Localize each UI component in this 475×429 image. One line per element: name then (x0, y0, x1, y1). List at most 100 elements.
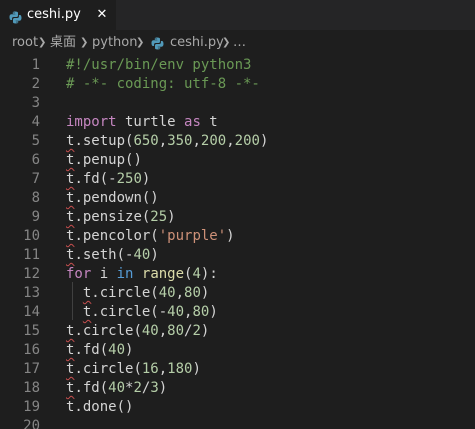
code-token: , (158, 133, 168, 149)
code-line[interactable]: t.fd(-250) (66, 170, 150, 189)
code-token: 2 (133, 380, 142, 396)
code-token: 16 (141, 361, 159, 377)
code-token: ) (150, 247, 159, 263)
code-line[interactable]: #!/usr/bin/env python3 (66, 56, 251, 75)
code-token: .pencolor( (74, 228, 159, 244)
line-number: 20 (23, 418, 40, 429)
code-token: .circle( (91, 285, 159, 301)
code-line[interactable]: t.circle(16,180) (66, 360, 201, 379)
code-line[interactable]: t.penup() (66, 151, 142, 170)
code-token: .penup() (74, 152, 142, 168)
code-line[interactable]: t.circle(40,80) (66, 284, 209, 303)
code-token: 80 (184, 285, 201, 301)
line-number: 11 (23, 247, 40, 263)
line-number: 3 (31, 95, 40, 111)
breadcrumb-item-file[interactable]: ceshi.py (170, 35, 224, 51)
code-token: 40 (158, 285, 176, 301)
code-token: 80 (192, 304, 210, 320)
code-line[interactable]: for i in range(4): (66, 265, 218, 284)
code-token: t (200, 114, 218, 130)
code-token: ) (209, 304, 218, 320)
code-token: 40 (108, 342, 126, 358)
line-number: 16 (23, 342, 40, 358)
breadcrumb-item-desktop[interactable]: 桌面 (50, 35, 76, 51)
code-token: 350 (167, 133, 193, 149)
chevron-right-icon: ❯ (38, 37, 47, 48)
code-token: .fd( (74, 380, 109, 396)
code-token: range (141, 266, 185, 282)
code-line[interactable]: import turtle as t (66, 113, 218, 132)
tab-ceshi-py[interactable]: ceshi.py ✕ (0, 0, 116, 30)
code-token: import (66, 114, 117, 130)
breadcrumb: root ❯ 桌面 ❯ python ❯ ceshi.py ❯ … (0, 30, 475, 56)
line-number: 2 (31, 76, 40, 92)
code-token: .pensize( (74, 209, 151, 225)
line-number: 1 (31, 57, 40, 73)
line-number: 15 (23, 323, 40, 339)
code-line[interactable]: t.fd(40*2/3) (66, 379, 167, 398)
line-number: 14 (23, 304, 40, 320)
code-token: ) (167, 209, 176, 225)
code-editor[interactable]: 1 2 3 4 5 6 7 8 9 10 11 12 13 14 15 16 17 18 19 20 #!/usr/b… (0, 56, 475, 429)
code-token: 200 (200, 133, 227, 149)
code-token: .pendown() (74, 190, 159, 206)
breadcrumb-item-python[interactable]: python (92, 35, 137, 51)
code-token: 250 (116, 171, 142, 187)
code-token: ) (226, 228, 235, 244)
code-token: 200 (234, 133, 260, 149)
code-line[interactable]: # -*- coding: utf-8 -*- (66, 75, 260, 94)
code-token: 40 (167, 304, 185, 320)
code-token: ) (141, 171, 151, 187)
code-token: as (184, 114, 201, 130)
code-token: 80 (167, 323, 185, 339)
line-number: 5 (31, 133, 40, 149)
code-token: .seth(- (74, 247, 134, 263)
code-token: ): (200, 266, 218, 282)
chevron-right-icon: ❯ (80, 37, 89, 48)
code-line[interactable]: t.done() (66, 398, 133, 417)
code-token: turtle (116, 114, 185, 130)
code-token: , (158, 361, 168, 377)
line-number: 12 (23, 266, 40, 282)
code-token: #!/usr/bin/env python3 (66, 57, 252, 73)
code-token: 3 (150, 380, 159, 396)
code-line[interactable]: t.pendown() (66, 189, 159, 208)
code-line[interactable]: t.seth(-40) (66, 246, 159, 265)
tab-label: ceshi.py (27, 7, 81, 22)
close-icon[interactable]: ✕ (95, 7, 109, 23)
code-line[interactable]: t.setup(650,350,200,200) (66, 132, 268, 151)
code-token: 40 (133, 247, 151, 263)
code-token: .circle(- (91, 304, 168, 320)
code-token: 'purple' (158, 228, 227, 244)
line-number: 7 (31, 171, 40, 187)
code-token: 25 (150, 209, 168, 225)
code-token: 2 (192, 323, 201, 339)
breadcrumb-item-symbols[interactable]: … (233, 35, 246, 51)
code-token: , (226, 133, 235, 149)
line-number: 13 (23, 285, 40, 301)
code-token: i (91, 266, 117, 282)
code-line[interactable]: t.pensize(25) (66, 208, 176, 227)
code-line[interactable]: t.circle(40,80/2) (66, 322, 209, 341)
code-token: ) (200, 285, 210, 301)
code-token: 40 (141, 323, 159, 339)
code-token: .fd( (74, 342, 109, 358)
code-line[interactable]: t.circle(-40,80) (66, 303, 218, 322)
line-number: 4 (31, 114, 40, 130)
line-number: 19 (23, 399, 40, 415)
python-file-icon (151, 37, 164, 54)
code-line[interactable]: t.fd(40) (66, 341, 133, 360)
code-token: ) (192, 361, 201, 377)
line-number: 17 (23, 361, 40, 377)
breadcrumb-item-root[interactable]: root (12, 35, 38, 51)
code-line[interactable]: t.pencolor('purple') (66, 227, 235, 246)
code-token: # -*- coding: utf-8 -*- (66, 76, 260, 92)
line-number: 10 (23, 228, 40, 244)
line-number: 18 (23, 380, 40, 396)
python-file-icon (9, 9, 22, 28)
code-token: in (116, 266, 134, 282)
code-token: ) (125, 342, 134, 358)
code-token: .circle( (74, 361, 142, 377)
